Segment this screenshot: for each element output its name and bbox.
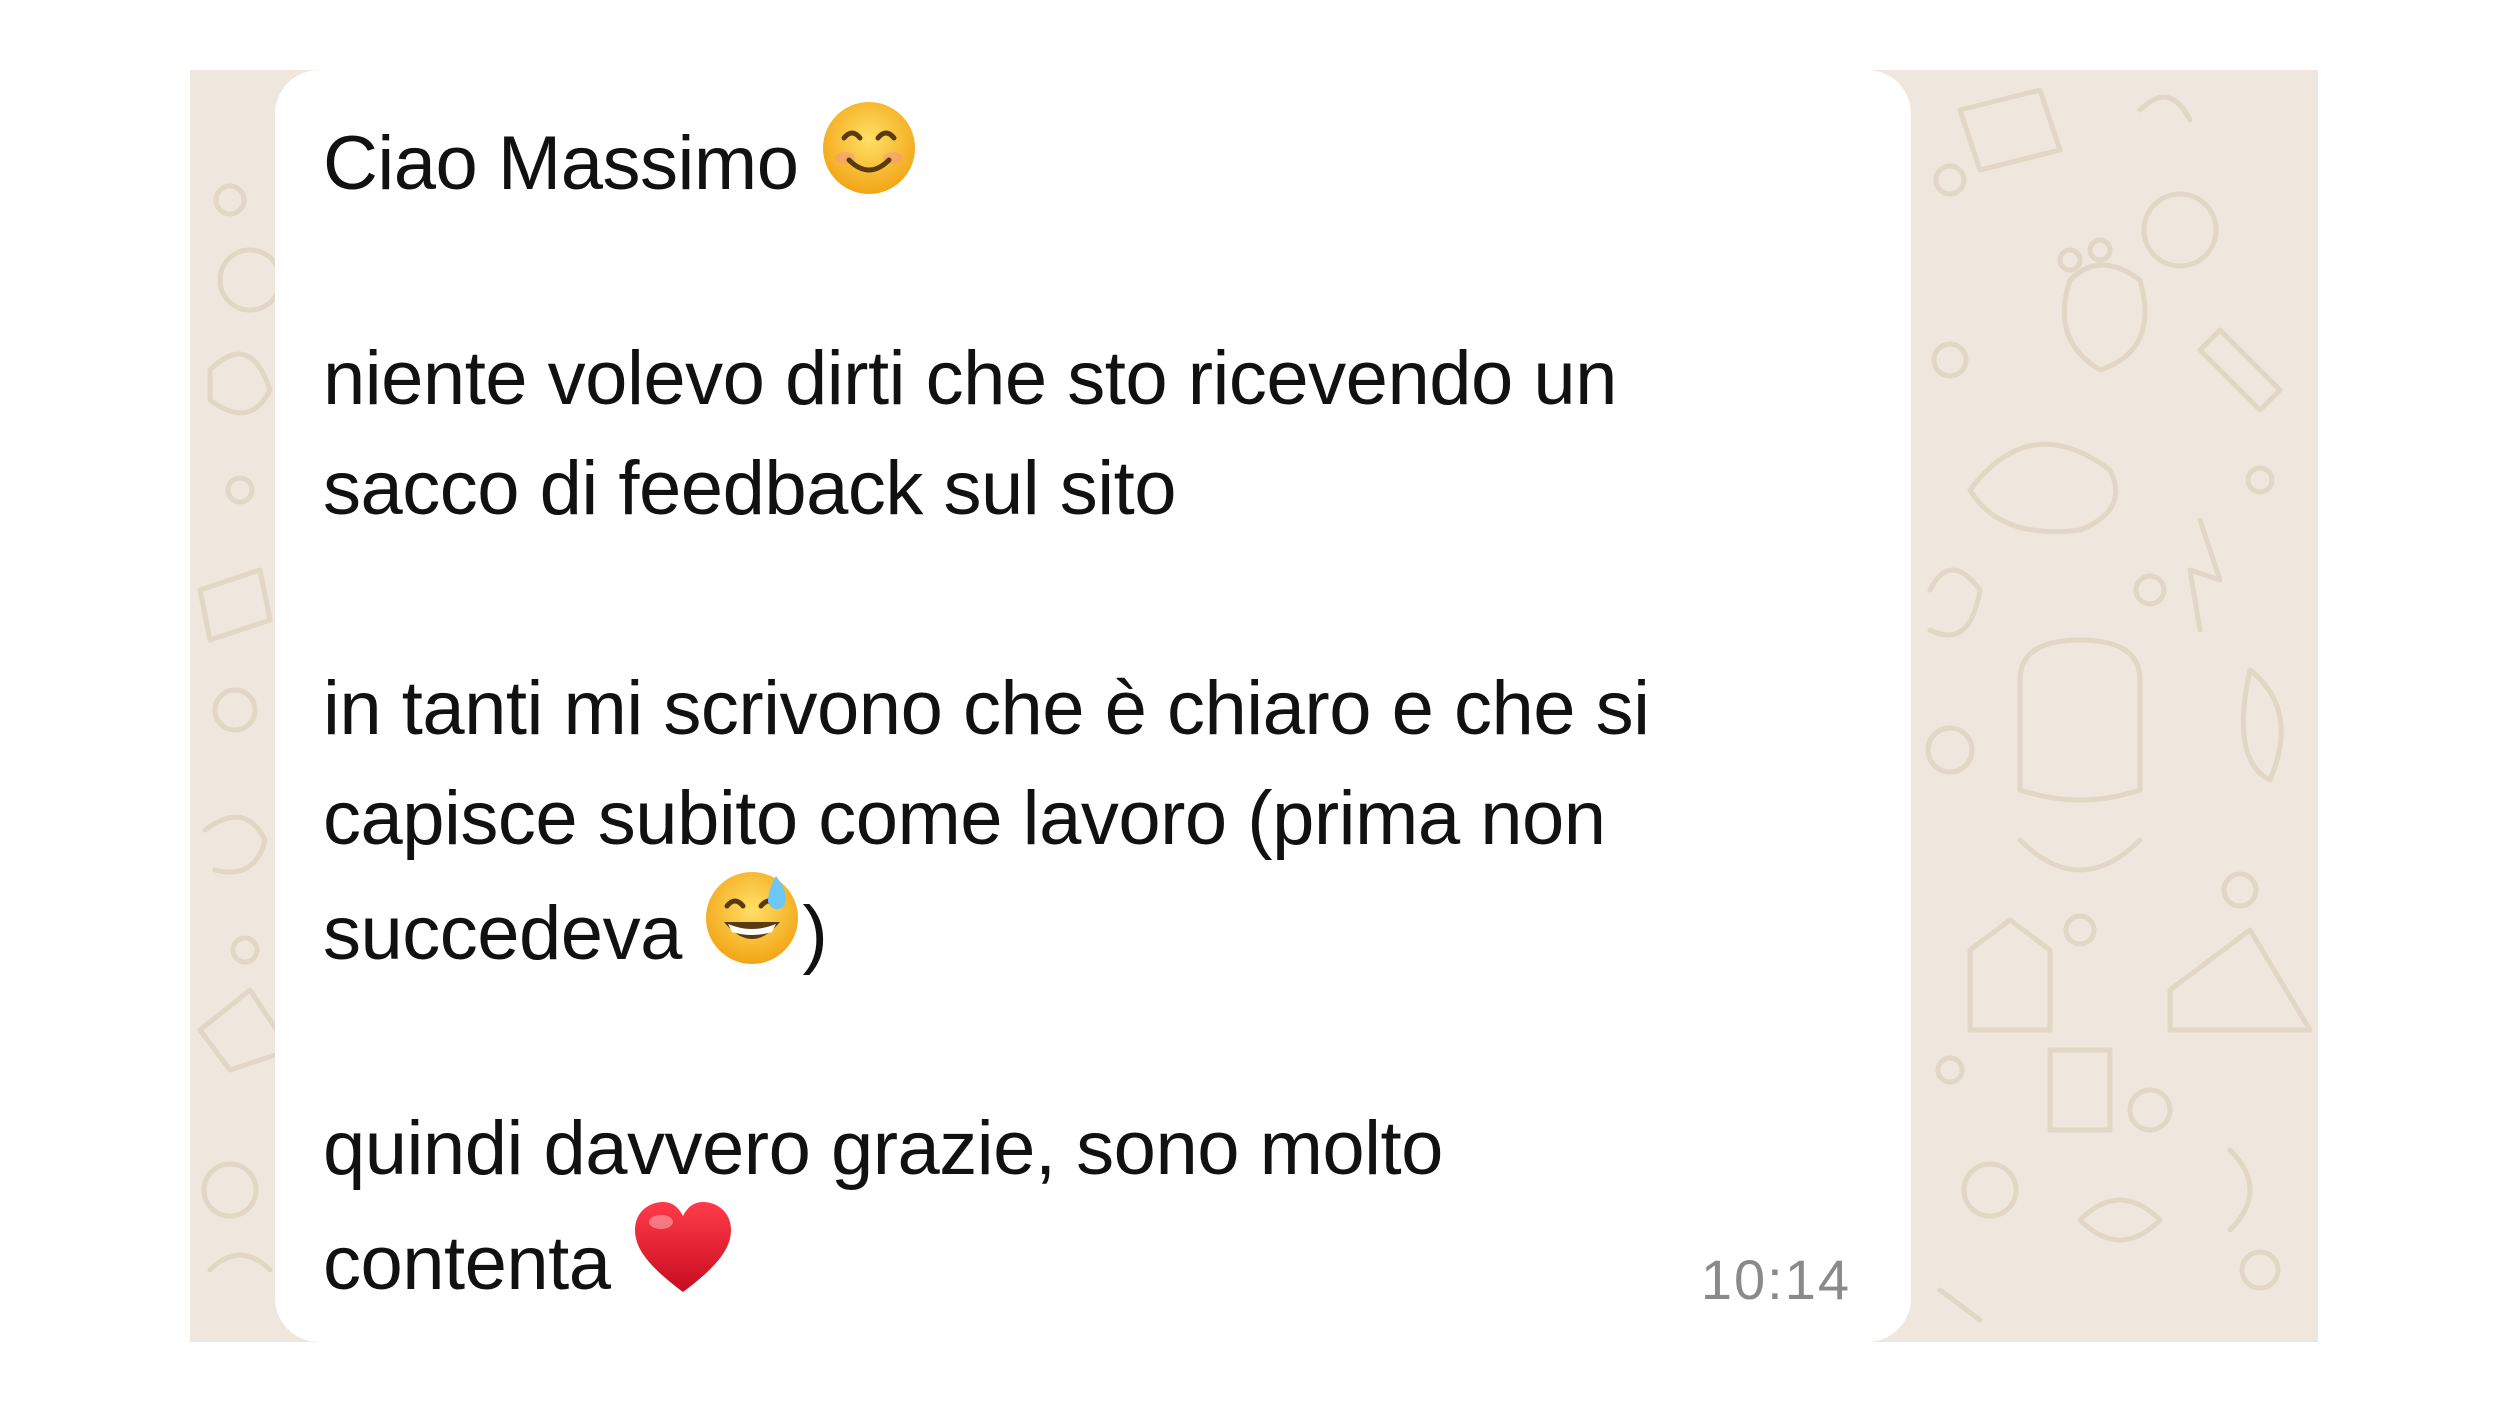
smiling-face-icon bbox=[819, 98, 919, 228]
message-line: niente volevo dirti che sto ricevendo un bbox=[323, 336, 1617, 421]
grinning-sweat-face-icon bbox=[702, 868, 802, 998]
message-line: contenta bbox=[323, 1202, 1883, 1314]
message-line: Ciao Massimo bbox=[323, 102, 1883, 214]
message-line: quindi davvero grazie, sono molto bbox=[323, 1106, 1443, 1191]
message-line: capisce subito come lavoro (prima non bbox=[323, 776, 1606, 861]
message-bubble[interactable]: Ciao Massimo niente volevo dirti che sto… bbox=[275, 70, 1911, 1342]
message-line: in tanti mi scrivono che è chiaro e che … bbox=[323, 666, 1650, 751]
greeting-text: Ciao Massimo bbox=[323, 121, 799, 207]
message-line: sacco di feedback sul sito bbox=[323, 446, 1177, 531]
message-timestamp: 10:14 bbox=[1700, 1248, 1851, 1311]
message-text: Ciao Massimo niente volevo dirti che sto… bbox=[323, 70, 1883, 1314]
message-line: succedeva ) bbox=[323, 872, 1883, 984]
red-heart-icon bbox=[631, 1198, 735, 1328]
